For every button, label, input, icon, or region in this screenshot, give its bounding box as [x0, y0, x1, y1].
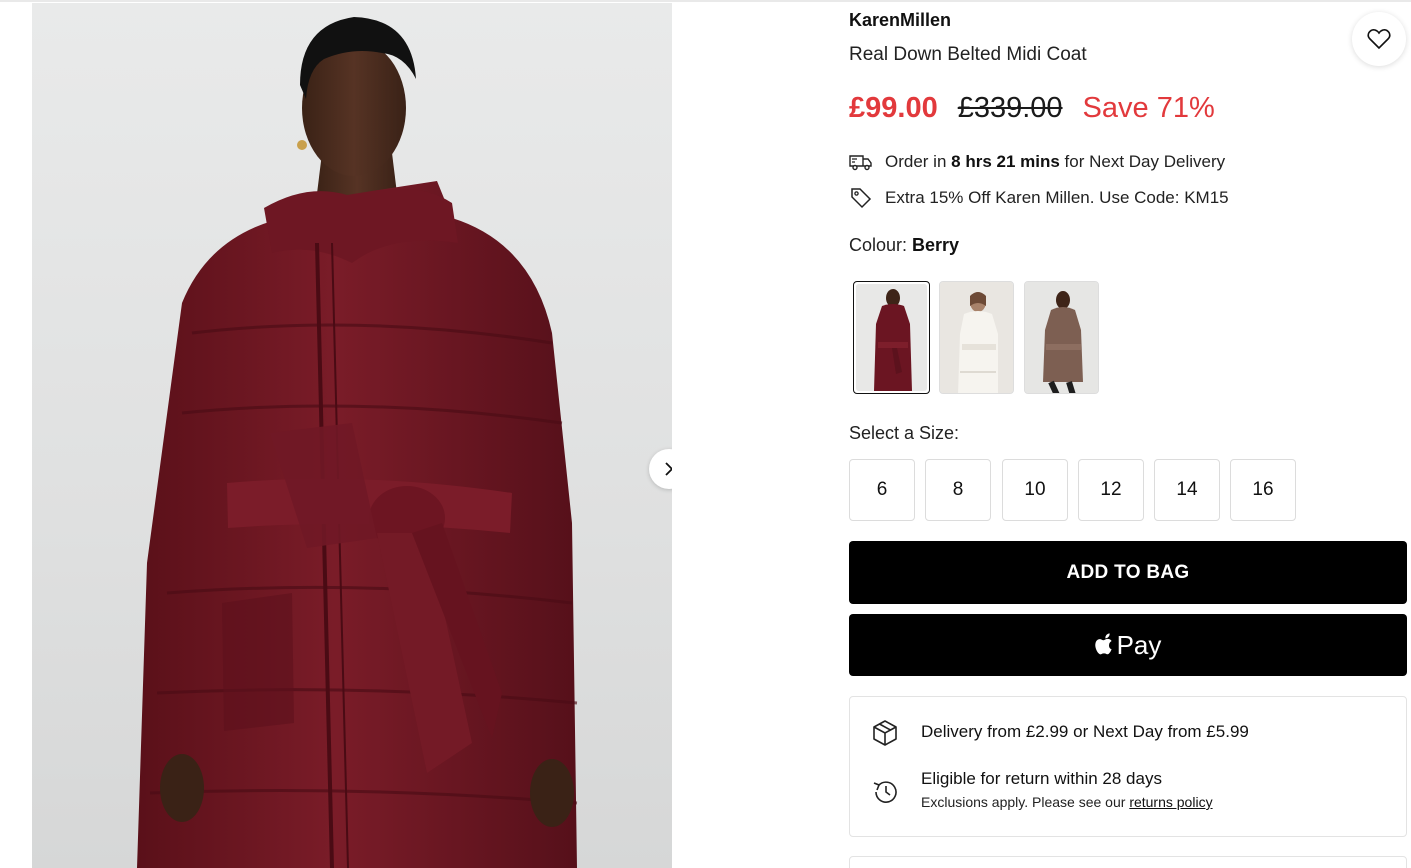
delivery-truck-icon [849, 150, 873, 174]
add-to-bag-button[interactable]: ADD TO BAG [849, 541, 1407, 604]
delivery-suffix: for Next Day Delivery [1059, 152, 1226, 171]
size-option-6[interactable]: 6 [849, 459, 915, 521]
wishlist-button[interactable] [1352, 12, 1406, 66]
promo-text: Extra 15% Off Karen Millen. Use Code: KM… [885, 188, 1229, 207]
top-divider [0, 0, 1411, 2]
delivery-info-row: Delivery from £2.99 or Next Day from £5.… [870, 718, 1249, 748]
delivery-info-text: Delivery from £2.99 or Next Day from £5.… [921, 722, 1249, 741]
size-option-8[interactable]: 8 [925, 459, 991, 521]
price-tag-icon [849, 186, 873, 210]
product-title: Real Down Belted Midi Coat [849, 44, 1087, 65]
original-price: £339.00 [957, 92, 1063, 124]
promo-notice: Extra 15% Off Karen Millen. Use Code: KM… [849, 186, 1229, 210]
size-label: Select a Size: [849, 423, 960, 443]
returns-text-block: Eligible for return within 28 days Exclu… [921, 769, 1213, 810]
selected-colour: Berry [912, 235, 960, 255]
delivery-countdown: 8 hrs 21 mins [951, 152, 1060, 171]
returns-note: Exclusions apply. Please see our returns… [921, 794, 1213, 810]
apple-pay-button[interactable]: Pay [849, 614, 1407, 676]
sale-price: £99.00 [849, 92, 938, 124]
returns-policy-link[interactable]: returns policy [1129, 794, 1212, 810]
colour-swatch-berry[interactable] [853, 281, 930, 394]
size-option-10[interactable]: 10 [1002, 459, 1068, 521]
next-section-box [849, 856, 1407, 868]
next-day-delivery-notice: Order in 8 hrs 21 mins for Next Day Deli… [849, 150, 1225, 174]
product-image[interactable] [32, 3, 672, 868]
returns-title: Eligible for return within 28 days [921, 769, 1162, 788]
colour-swatch-white[interactable] [939, 281, 1014, 394]
price-row: £99.00 £339.00 Save 71% [849, 92, 1215, 125]
swatch-brown-image [1025, 282, 1098, 393]
brand-name[interactable]: KarenMillen [849, 10, 951, 31]
package-box-icon [870, 718, 900, 748]
product-photo [137, 17, 578, 868]
swatch-white-image [940, 282, 1013, 393]
colour-label-prefix: Colour: [849, 235, 913, 255]
colour-label: Colour: Berry [849, 235, 959, 256]
colour-swatch-brown[interactable] [1024, 281, 1099, 394]
heart-icon [1367, 28, 1391, 50]
swatch-berry-image [856, 284, 927, 391]
size-option-16[interactable]: 16 [1230, 459, 1296, 521]
returns-info-row: Eligible for return within 28 days Exclu… [870, 769, 1213, 810]
returns-note-text: Exclusions apply. Please see our [921, 794, 1130, 810]
apple-pay-label: Pay [1116, 629, 1162, 660]
size-option-12[interactable]: 12 [1078, 459, 1144, 521]
returns-history-icon [870, 777, 900, 807]
delivery-returns-panel: Delivery from £2.99 or Next Day from £5.… [849, 696, 1407, 837]
delivery-prefix: Order in [885, 152, 952, 171]
discount-badge: Save 71% [1082, 92, 1215, 124]
apple-logo-icon [1094, 633, 1115, 657]
size-option-14[interactable]: 14 [1154, 459, 1220, 521]
chevron-right-icon [665, 462, 672, 476]
